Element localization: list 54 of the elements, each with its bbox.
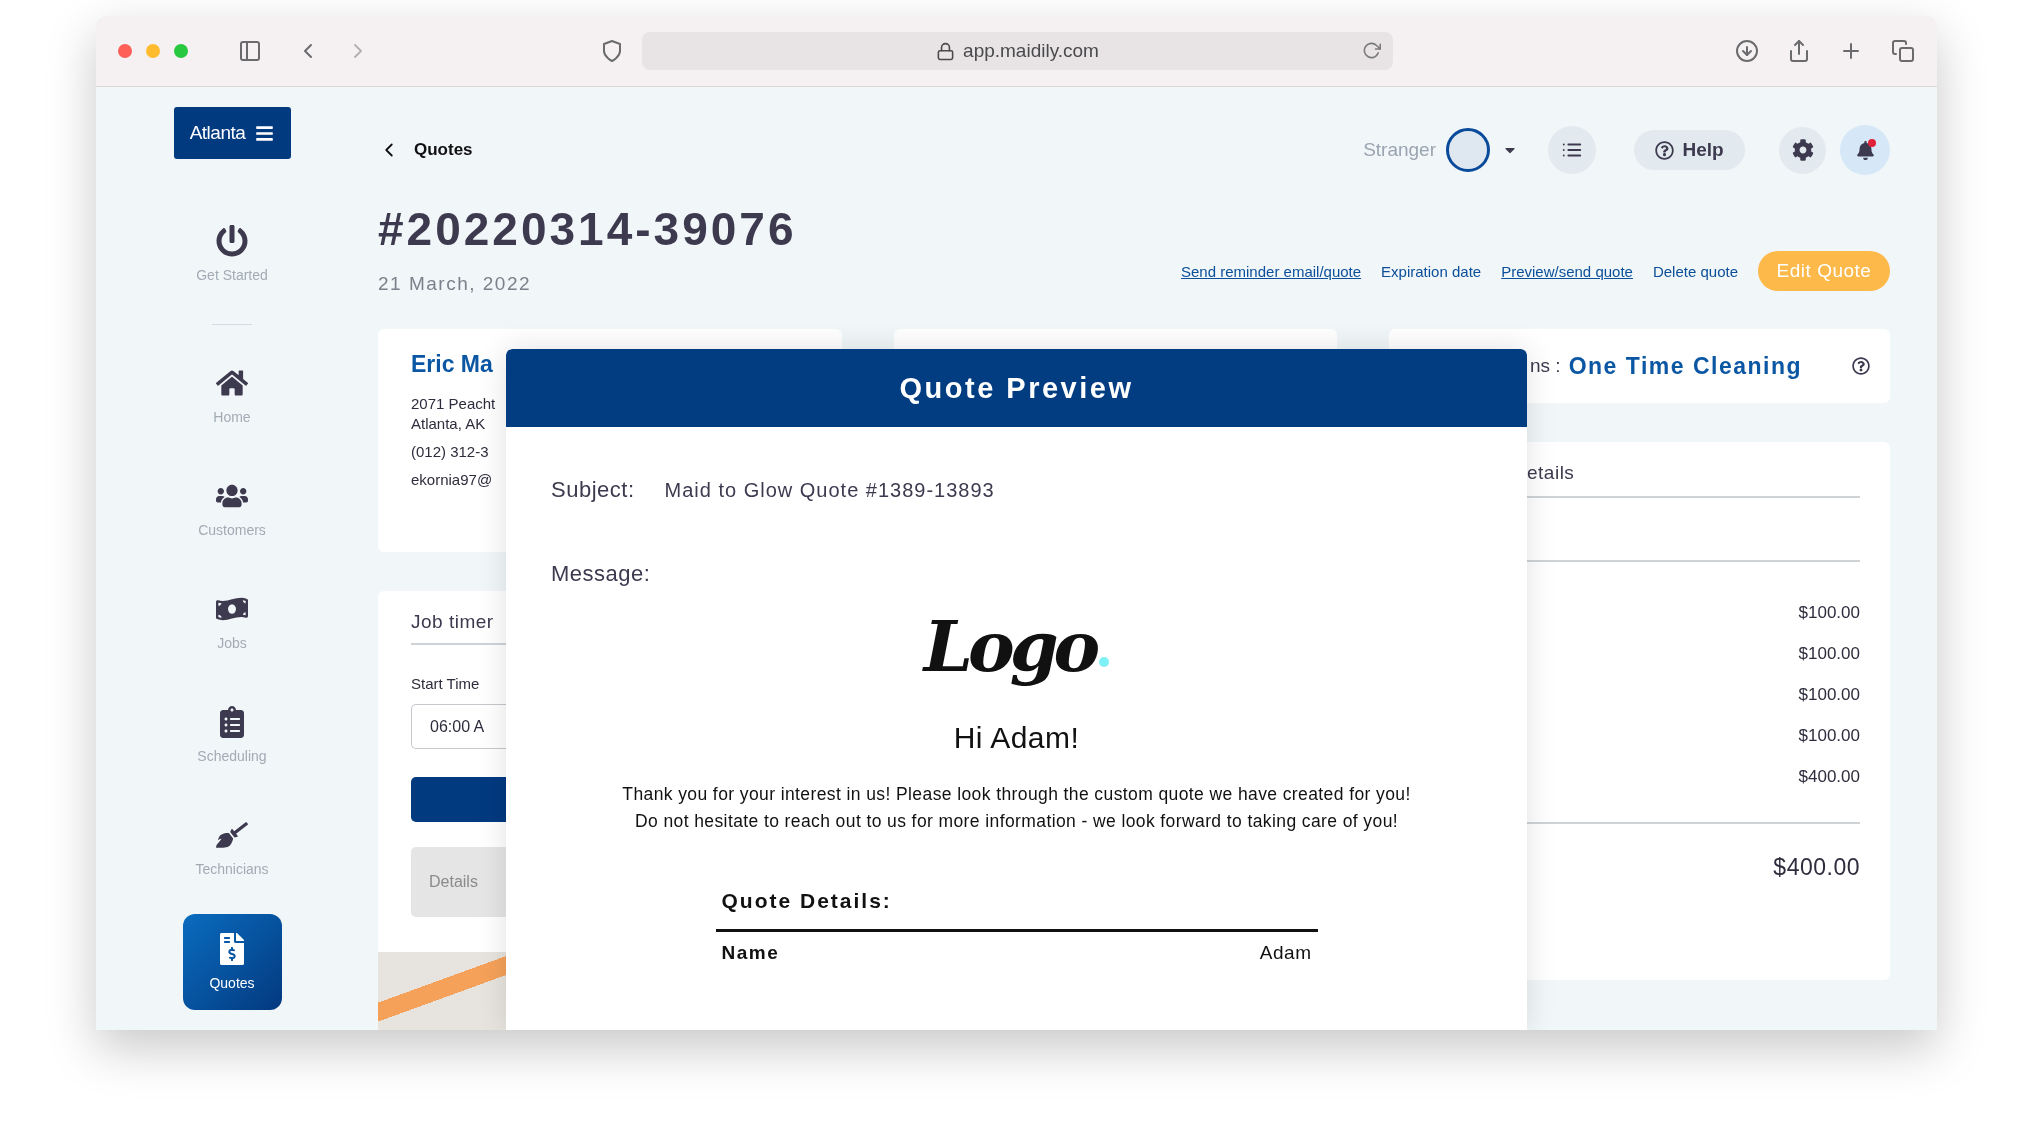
price: $100.00 bbox=[1798, 643, 1860, 665]
back-link[interactable]: Quotes bbox=[378, 139, 473, 161]
help-icon bbox=[1655, 140, 1675, 160]
logo: Logo bbox=[923, 604, 1096, 690]
sidebar-icon[interactable] bbox=[238, 39, 262, 63]
detail-label: Name bbox=[721, 942, 780, 964]
modal-title: Quote Preview bbox=[899, 371, 1134, 405]
power-icon bbox=[216, 224, 248, 257]
avatar[interactable] bbox=[1446, 128, 1490, 172]
address-bar[interactable]: app.maidily.com bbox=[642, 32, 1393, 70]
help-icon[interactable] bbox=[1852, 357, 1870, 375]
settings-button[interactable] bbox=[1779, 126, 1826, 174]
nav-item[interactable]: Quotes bbox=[182, 914, 282, 1010]
user-name: Stranger bbox=[1363, 139, 1436, 161]
tabs-icon[interactable] bbox=[1891, 39, 1915, 63]
logo-dot-icon bbox=[1099, 657, 1110, 667]
message-label: Message: bbox=[550, 560, 652, 587]
reload-icon[interactable] bbox=[1362, 41, 1381, 60]
price: $100.00 bbox=[1798, 684, 1860, 706]
subject-value: Maid to Glow Quote #1389-13893 bbox=[664, 478, 995, 502]
lock-icon bbox=[936, 41, 956, 61]
list-button[interactable] bbox=[1548, 126, 1596, 174]
subject-label: Subject: bbox=[551, 477, 635, 503]
field-label: Start Time bbox=[411, 675, 481, 692]
customer-phone: (012) 312-3 bbox=[411, 442, 490, 462]
price: $400.00 bbox=[1798, 766, 1860, 788]
help-button[interactable]: Help bbox=[1634, 130, 1745, 170]
message-text: Thank you for your interest in us! Please look through the custom quote we have created for you! Do not hesitate to reach out to us for more information - we look forward to taking care of you! bbox=[621, 783, 1412, 833]
quote-date: 21 March, 2022 bbox=[378, 273, 533, 295]
gear-icon bbox=[1791, 139, 1814, 161]
menu-icon bbox=[255, 123, 275, 143]
location-button[interactable]: Atlanta bbox=[173, 107, 291, 160]
action-link[interactable]: Expiration date bbox=[1381, 262, 1482, 280]
close-button[interactable] bbox=[118, 44, 132, 58]
action-link[interactable]: Send reminder email/quote bbox=[1181, 262, 1362, 280]
total-price: $400.00 bbox=[1773, 854, 1860, 881]
detail-value: Adam bbox=[1259, 942, 1312, 964]
customer-address: 2071 Peacht Atlanta, AK bbox=[411, 394, 497, 434]
download-icon[interactable] bbox=[1735, 39, 1759, 63]
action-link[interactable]: Delete quote bbox=[1652, 262, 1738, 280]
price: $100.00 bbox=[1798, 725, 1860, 747]
bell-icon bbox=[1855, 140, 1875, 160]
notifications-button[interactable] bbox=[1840, 125, 1890, 175]
service-label: ns : bbox=[1530, 355, 1561, 377]
shield-icon[interactable] bbox=[600, 39, 624, 63]
service-value: One Time Cleaning bbox=[1568, 352, 1803, 380]
action-link[interactable]: Preview/send quote bbox=[1501, 262, 1633, 280]
price: $100.00 bbox=[1798, 602, 1860, 624]
customer-name: Eric Ma bbox=[411, 351, 494, 378]
details-heading: Quote Details: bbox=[715, 889, 1318, 932]
share-icon[interactable] bbox=[1787, 39, 1811, 63]
customer-email: ekornia97@ bbox=[411, 470, 494, 490]
greeting: Hi Adam! bbox=[952, 721, 1081, 755]
quote-number: #20220314-39076 bbox=[378, 202, 797, 257]
